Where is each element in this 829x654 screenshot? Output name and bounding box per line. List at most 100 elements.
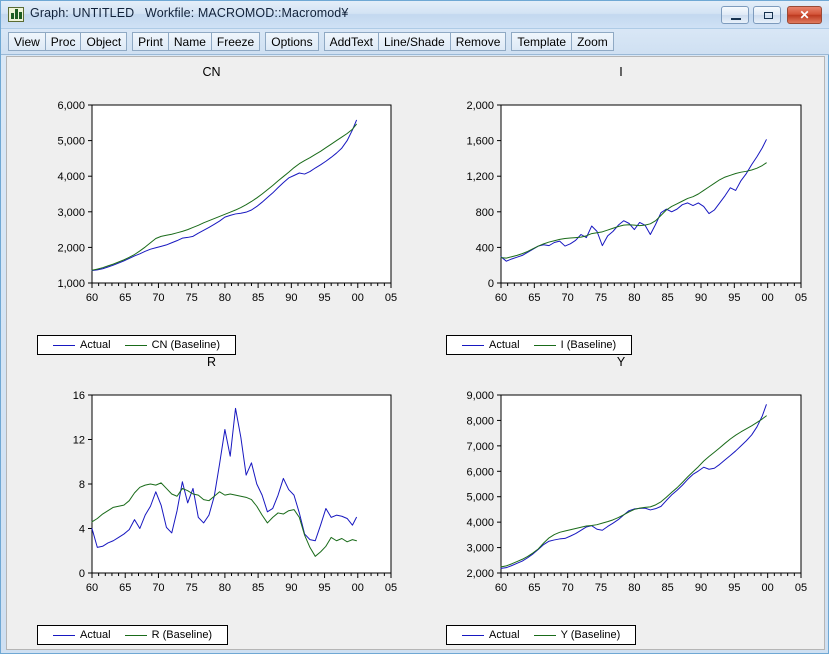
legend-label: Actual	[80, 339, 111, 351]
close-icon: ✕	[799, 8, 810, 22]
svg-text:9,000: 9,000	[466, 390, 494, 402]
legend-item: Actual	[462, 339, 520, 351]
svg-text:00: 00	[762, 292, 774, 304]
bar-chart-icon	[8, 7, 24, 22]
legend-swatch-icon	[53, 634, 75, 636]
svg-text:65: 65	[119, 582, 131, 594]
graph-window: Graph: UNTITLED Workfile: MACROMOD::Macr…	[0, 0, 829, 654]
minimize-icon	[731, 18, 741, 20]
toolbar-button-template[interactable]: Template	[511, 32, 573, 51]
legend-item: CN (Baseline)	[124, 339, 221, 351]
toolbar-button-proc[interactable]: Proc	[44, 32, 82, 51]
svg-text:00: 00	[762, 582, 774, 594]
svg-text:400: 400	[476, 242, 494, 254]
svg-text:60: 60	[86, 582, 98, 594]
title-bar: Graph: UNTITLED Workfile: MACROMOD::Macr…	[1, 1, 829, 29]
svg-text:60: 60	[86, 292, 98, 304]
chart-title-cn: CN	[202, 65, 221, 79]
legend-swatch-icon	[533, 634, 556, 636]
toolbar-button-options[interactable]: Options	[265, 32, 319, 51]
svg-text:75: 75	[186, 292, 198, 304]
svg-text:12: 12	[73, 435, 85, 447]
legend-item: I (Baseline)	[533, 339, 617, 351]
legend-swatch-icon	[124, 344, 147, 346]
svg-text:65: 65	[119, 292, 131, 304]
svg-text:00: 00	[352, 292, 364, 304]
svg-text:65: 65	[528, 292, 540, 304]
svg-text:75: 75	[595, 582, 607, 594]
chart-panel-i: I 0 400 800 1,200 1,600 2,000 60 65 70 75 80 85 90 95 0…	[416, 65, 826, 355]
chart-panel-cn: CN 1,000 2,000 3,000 4,000 5,000 6,000 60 65 70 75…	[7, 65, 416, 355]
svg-text:85: 85	[662, 292, 674, 304]
svg-text:00: 00	[352, 582, 364, 594]
legend-label: I (Baseline)	[560, 339, 617, 351]
chart-legend-y: Actual Y (Baseline)	[446, 625, 637, 645]
svg-text:90: 90	[285, 582, 297, 594]
svg-text:65: 65	[528, 582, 540, 594]
plot-area-cn: 1,000 2,000 3,000 4,000 5,000 6,000 60 65 70 75 80…	[57, 100, 397, 304]
legend-item: R (Baseline)	[124, 629, 212, 641]
legend-label: Actual	[80, 629, 111, 641]
legend-label: Y (Baseline)	[560, 629, 621, 641]
svg-text:5,000: 5,000	[466, 492, 494, 504]
toolbar-button-remove[interactable]: Remove	[449, 32, 507, 51]
svg-text:70: 70	[562, 582, 574, 594]
legend-label: CN (Baseline)	[151, 339, 221, 351]
svg-text:75: 75	[186, 582, 198, 594]
close-button[interactable]: ✕	[787, 6, 822, 24]
svg-text:0: 0	[79, 568, 85, 580]
svg-text:95: 95	[318, 292, 330, 304]
window-title: Graph: UNTITLED Workfile: MACROMOD::Macr…	[30, 6, 349, 20]
svg-text:80: 80	[219, 292, 231, 304]
legend-label: Actual	[489, 339, 520, 351]
svg-text:70: 70	[152, 292, 164, 304]
svg-text:60: 60	[495, 292, 507, 304]
svg-text:2,000: 2,000	[466, 568, 494, 580]
legend-swatch-icon	[462, 634, 484, 636]
svg-text:70: 70	[152, 582, 164, 594]
toolbar-button-print[interactable]: Print	[132, 32, 169, 51]
svg-text:3,000: 3,000	[466, 543, 494, 555]
svg-text:95: 95	[318, 582, 330, 594]
toolbar-button-zoom[interactable]: Zoom	[571, 32, 614, 51]
svg-text:05: 05	[385, 292, 397, 304]
plot-area-y: 2,000 3,000 4,000 5,000 6,000 7,000 8,000 9,000…	[466, 390, 807, 594]
svg-text:85: 85	[252, 292, 264, 304]
toolbar-button-object[interactable]: Object	[80, 32, 128, 51]
svg-text:80: 80	[628, 582, 640, 594]
toolbar-button-line-shade[interactable]: Line/Shade	[377, 32, 451, 51]
svg-text:8,000: 8,000	[466, 415, 494, 427]
toolbar: View Proc Object Print Name Freeze Options AddT…	[1, 29, 829, 55]
toolbar-button-freeze[interactable]: Freeze	[210, 32, 261, 51]
svg-text:800: 800	[476, 207, 494, 219]
chart-legend-i: Actual I (Baseline)	[446, 335, 633, 355]
maximize-button[interactable]	[753, 6, 781, 24]
svg-text:90: 90	[695, 582, 707, 594]
svg-text:16: 16	[73, 390, 85, 402]
svg-text:1,600: 1,600	[466, 136, 494, 148]
toolbar-button-addtext[interactable]: AddText	[323, 32, 379, 51]
svg-text:05: 05	[385, 582, 397, 594]
toolbar-button-name[interactable]: Name	[167, 32, 212, 51]
chart-title-y: Y	[616, 355, 626, 369]
svg-text:75: 75	[595, 292, 607, 304]
toolbar-button-view[interactable]: View	[8, 32, 46, 51]
svg-text:8: 8	[79, 479, 85, 491]
legend-label: Actual	[489, 629, 520, 641]
svg-text:1,000: 1,000	[57, 278, 85, 290]
svg-text:05: 05	[795, 292, 807, 304]
svg-text:2,000: 2,000	[466, 100, 494, 112]
svg-text:05: 05	[795, 582, 807, 594]
plot-area-i: 0 400 800 1,200 1,600 2,000 60 65 70 75 80 85 90 95 00…	[466, 100, 807, 304]
svg-text:2,000: 2,000	[57, 242, 85, 254]
svg-text:85: 85	[662, 582, 674, 594]
svg-text:90: 90	[285, 292, 297, 304]
legend-item: Actual	[462, 629, 520, 641]
chart-title-r: R	[206, 355, 217, 369]
minimize-button[interactable]	[721, 6, 749, 24]
graph-canvas: CN 1,000 2,000 3,000 4,000 5,000 6,000 60 65 70 75…	[6, 56, 825, 650]
maximize-icon	[764, 12, 773, 19]
svg-text:60: 60	[495, 582, 507, 594]
svg-text:80: 80	[628, 292, 640, 304]
svg-text:95: 95	[728, 292, 740, 304]
